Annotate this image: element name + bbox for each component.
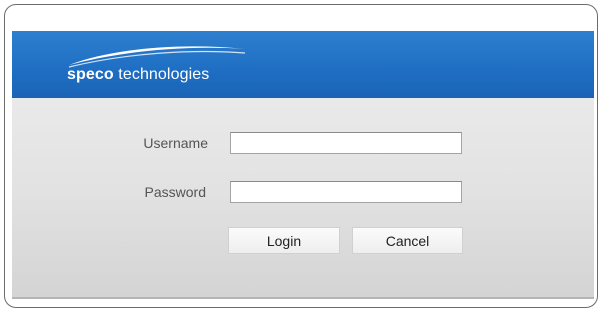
logo-wordmark: speco technologies xyxy=(67,66,209,84)
username-input[interactable] xyxy=(230,132,462,154)
login-button[interactable]: Login xyxy=(228,227,340,254)
cancel-button[interactable]: Cancel xyxy=(352,227,463,254)
login-panel: speco technologies Username Password Log… xyxy=(12,31,594,299)
speco-logo: speco technologies xyxy=(67,41,267,93)
logo-wordmark-rest: technologies xyxy=(113,66,210,83)
logo-wordmark-bold: speco xyxy=(67,66,114,83)
password-label: Password xyxy=(144,184,206,200)
header-banner: speco technologies xyxy=(12,31,594,98)
username-label: Username xyxy=(143,135,208,151)
password-input[interactable] xyxy=(230,181,462,203)
